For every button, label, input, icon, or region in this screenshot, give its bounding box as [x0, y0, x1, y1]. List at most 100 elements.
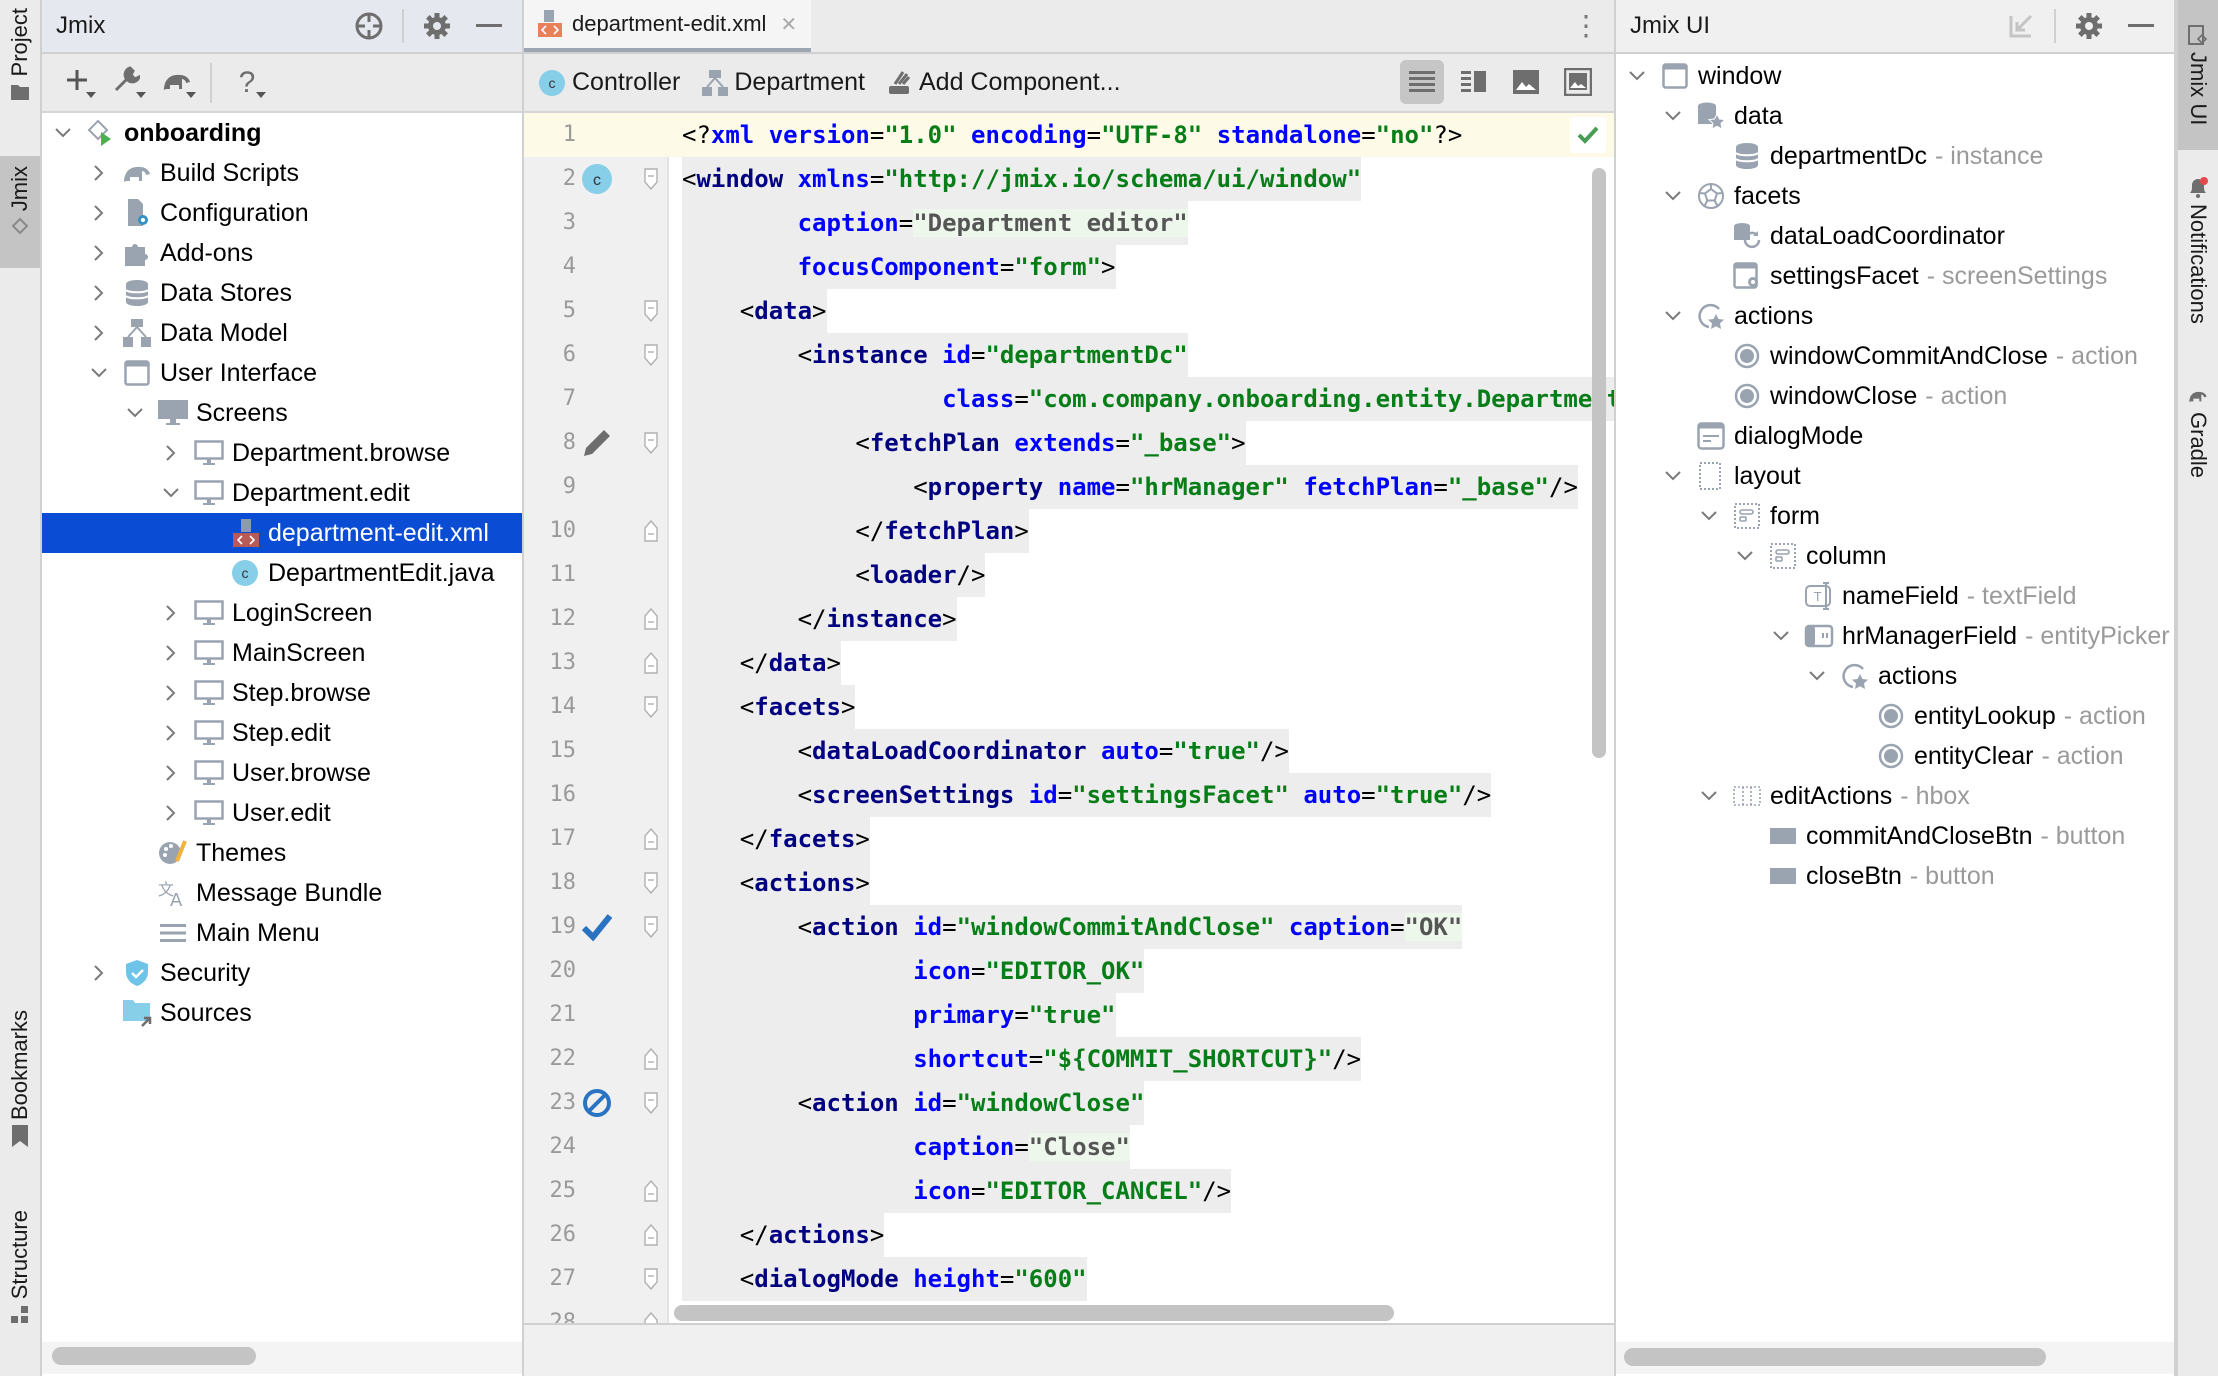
chevron-down-icon[interactable]: [1662, 305, 1684, 327]
tree-item-editactions[interactable]: editActions - hbox: [1616, 776, 2174, 816]
chevron-down-icon[interactable]: [1662, 465, 1684, 487]
tree-item-actions[interactable]: actions: [1616, 296, 2174, 336]
tree-item-hrmanagerfield[interactable]: hrManagerField - entityPicker: [1616, 616, 2174, 656]
line-number[interactable]: 23: [524, 1090, 577, 1115]
tree-item-message-bundle[interactable]: 文 A Message Bundle: [42, 873, 522, 913]
code-line[interactable]: 2 c <window xmlns="http://jmix.io/schema/u…: [524, 157, 1614, 201]
tree-item-data-stores[interactable]: Data Stores: [42, 273, 522, 313]
chevron-down-icon[interactable]: [1698, 785, 1720, 807]
code-line[interactable]: 18 <actions>: [524, 861, 1614, 905]
line-number[interactable]: 18: [524, 870, 577, 895]
code-line[interactable]: 6 <instance id="departmentDc": [524, 333, 1614, 377]
tree-item-screens[interactable]: Screens: [42, 393, 522, 433]
code-line[interactable]: 1 <?xml version="1.0" encoding="UTF-8" st…: [524, 113, 1614, 157]
tree-item-build-scripts[interactable]: Build Scripts: [42, 153, 522, 193]
tree-item-windowcommitandclose[interactable]: windowCommitAndClose - action: [1616, 336, 2174, 376]
tree-item-mainscreen[interactable]: MainScreen: [42, 633, 522, 673]
chevron-right-icon[interactable]: [88, 162, 110, 184]
line-number[interactable]: 20: [524, 958, 577, 983]
chevron-right-icon[interactable]: [160, 762, 182, 784]
code-area[interactable]: 1 <?xml version="1.0" encoding="UTF-8" st…: [524, 113, 1614, 1323]
tree-item-step-edit[interactable]: Step.edit: [42, 713, 522, 753]
tree-item-data-model[interactable]: Data Model: [42, 313, 522, 353]
chevron-down-icon[interactable]: [124, 402, 146, 424]
chevron-down-icon[interactable]: [1770, 625, 1792, 647]
code-line[interactable]: 8 <fetchPlan extends="_base">: [524, 421, 1614, 465]
pencil-icon[interactable]: [578, 424, 616, 462]
code-line[interactable]: 9 <property name="hrManager" fetchPlan="…: [524, 465, 1614, 509]
project-hscroll-thumb[interactable]: [52, 1347, 256, 1365]
stripe-tab-gradle[interactable]: Gradle: [2178, 380, 2218, 500]
fold-end-icon[interactable]: [644, 827, 658, 850]
line-number[interactable]: 25: [524, 1178, 577, 1203]
tree-item-step-browse[interactable]: Step.browse: [42, 673, 522, 713]
code-line[interactable]: 12 </instance>: [524, 597, 1614, 641]
line-number[interactable]: 21: [524, 1002, 577, 1027]
chevron-down-icon[interactable]: [1662, 105, 1684, 127]
tree-item-namefield[interactable]: TnameField - textField: [1616, 576, 2174, 616]
stripe-tab-structure[interactable]: Structure: [0, 1210, 40, 1360]
text-view-toggle[interactable]: [1400, 60, 1444, 104]
code-line[interactable]: 19 <action id="windowCommitAndClose" cap…: [524, 905, 1614, 949]
tree-item-form[interactable]: form: [1616, 496, 2174, 536]
stripe-tab-notifications[interactable]: Notifications: [2178, 172, 2218, 352]
chevron-down-icon[interactable]: [1806, 665, 1828, 687]
check-icon[interactable]: [578, 908, 616, 946]
chevron-right-icon[interactable]: [160, 642, 182, 664]
line-number[interactable]: 17: [524, 826, 577, 851]
more-tabs-icon[interactable]: ⋮: [1572, 12, 1600, 40]
tree-item-onboarding[interactable]: onboarding: [42, 113, 522, 153]
chevron-down-icon[interactable]: [1626, 65, 1648, 87]
tree-item-add-ons[interactable]: Add-ons: [42, 233, 522, 273]
tools-button[interactable]: [106, 62, 148, 104]
code-line[interactable]: 26 </actions>: [524, 1213, 1614, 1257]
code-line[interactable]: 23 <action id="windowClose": [524, 1081, 1614, 1125]
fold-end-icon[interactable]: [644, 1223, 658, 1246]
help-button[interactable]: ?: [226, 62, 268, 104]
gear-icon[interactable]: [2070, 7, 2108, 45]
line-number[interactable]: 26: [524, 1222, 577, 1247]
stripe-tab-bookmarks[interactable]: Bookmarks: [0, 1010, 40, 1180]
code-line[interactable]: 27 <dialogMode height="600": [524, 1257, 1614, 1301]
fold-end-icon[interactable]: [644, 1311, 658, 1323]
line-number[interactable]: 7: [524, 386, 576, 411]
tree-item-sources[interactable]: Sources: [42, 993, 522, 1033]
chevron-right-icon[interactable]: [160, 602, 182, 624]
code-line[interactable]: 10 </fetchPlan>: [524, 509, 1614, 553]
tree-item-user-browse[interactable]: User.browse: [42, 753, 522, 793]
fold-end-icon[interactable]: [644, 519, 658, 542]
chevron-right-icon[interactable]: [88, 282, 110, 304]
chevron-right-icon[interactable]: [160, 682, 182, 704]
chevron-down-icon[interactable]: [1662, 185, 1684, 207]
line-number[interactable]: 12: [524, 606, 577, 631]
fold-collapse-icon[interactable]: [644, 696, 658, 719]
line-number[interactable]: 11: [524, 562, 577, 587]
fold-collapse-icon[interactable]: [644, 916, 658, 939]
line-number[interactable]: 22: [524, 1046, 577, 1071]
tree-item-main-menu[interactable]: Main Menu: [42, 913, 522, 953]
stripe-tab-jmix[interactable]: Jmix: [0, 156, 40, 268]
code-line[interactable]: 22 shortcut="${COMMIT_SHORTCUT}"/>: [524, 1037, 1614, 1081]
minimize-icon[interactable]: [2122, 7, 2160, 45]
code-line[interactable]: 4 focusComponent="form">: [524, 245, 1614, 289]
minimize-icon[interactable]: [470, 7, 508, 45]
tree-item-entitylookup[interactable]: entityLookup - action: [1616, 696, 2174, 736]
tree-item-user-edit[interactable]: User.edit: [42, 793, 522, 833]
add-component-button[interactable]: Add Component...: [887, 68, 1121, 97]
chevron-down-icon[interactable]: [1734, 545, 1756, 567]
code-line[interactable]: 25 icon="EDITOR_CANCEL"/>: [524, 1169, 1614, 1213]
editor-hscroll-thumb[interactable]: [674, 1305, 1394, 1321]
chevron-right-icon[interactable]: [160, 722, 182, 744]
chevron-down-icon[interactable]: [160, 482, 182, 504]
code-line[interactable]: 21 primary="true": [524, 993, 1614, 1037]
tree-item-facets[interactable]: facets: [1616, 176, 2174, 216]
tree-item-windowclose[interactable]: windowClose - action: [1616, 376, 2174, 416]
chevron-down-icon[interactable]: [1698, 505, 1720, 527]
tree-item-department-edit-xml[interactable]: department-edit.xml: [42, 513, 522, 553]
fold-collapse-icon[interactable]: [644, 344, 658, 367]
entity-button[interactable]: Department: [702, 68, 865, 97]
tree-item-data[interactable]: data: [1616, 96, 2174, 136]
tree-item-entityclear[interactable]: entityClear - action: [1616, 736, 2174, 776]
code-line[interactable]: 24 caption="Close": [524, 1125, 1614, 1169]
fold-end-icon[interactable]: [644, 1179, 658, 1202]
